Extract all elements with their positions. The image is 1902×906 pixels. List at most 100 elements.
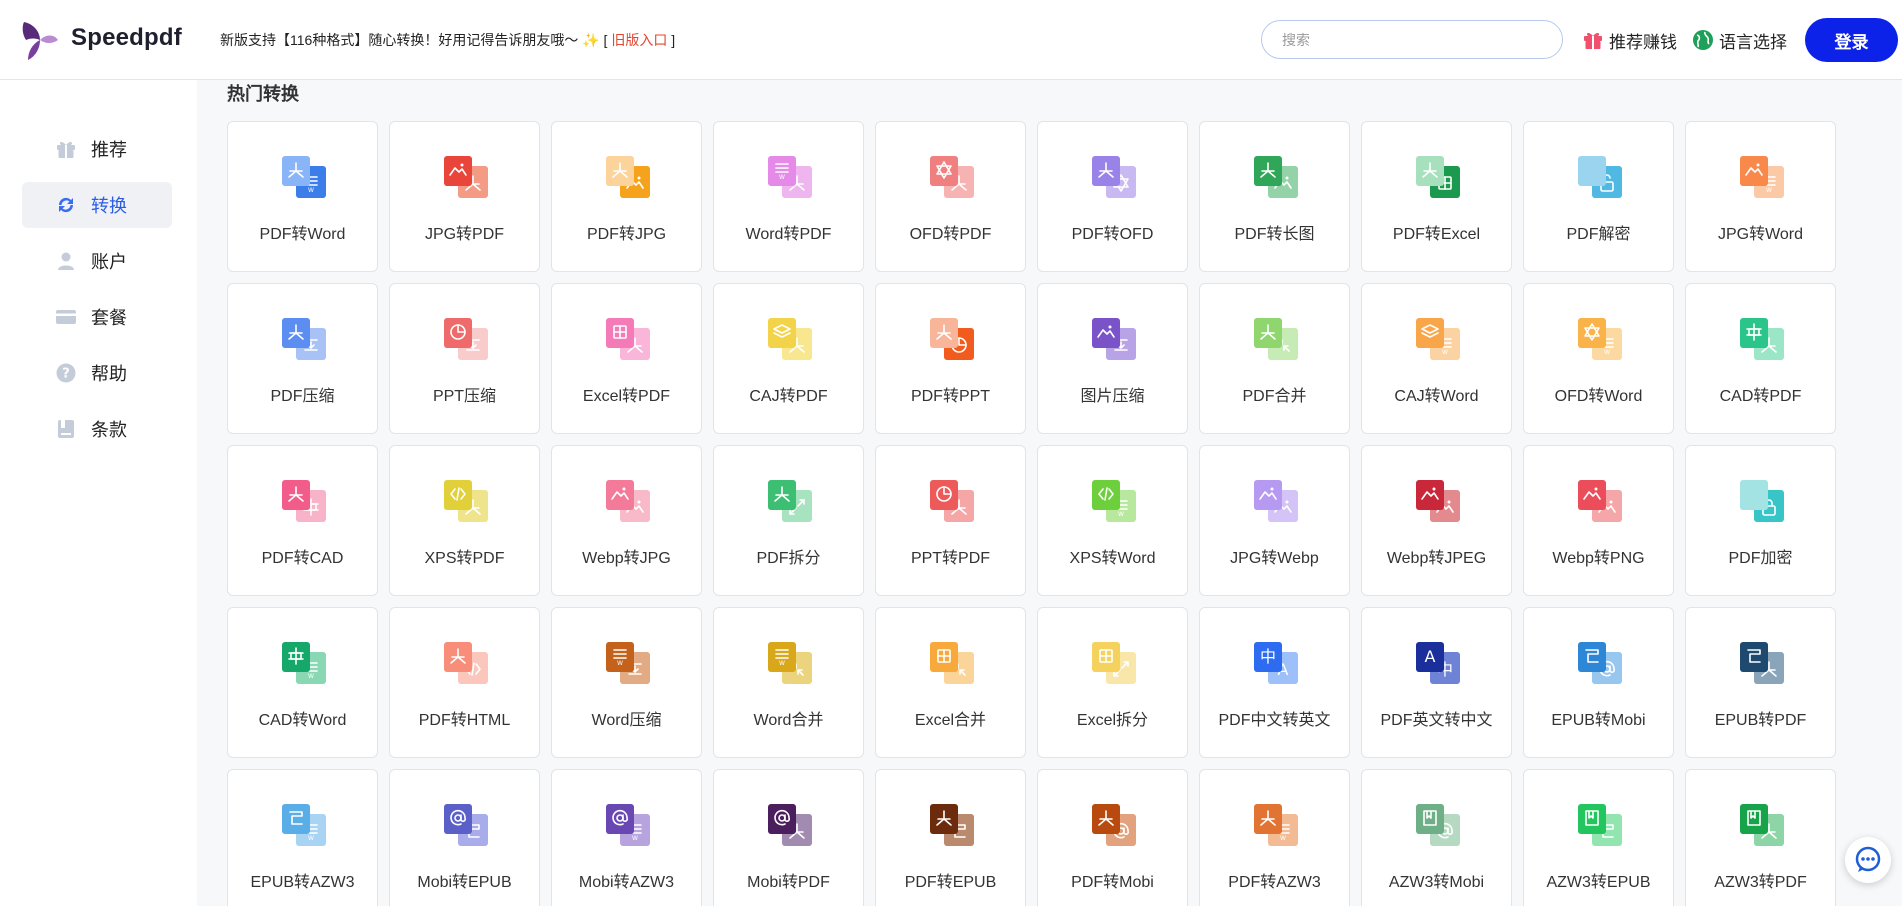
sidebar-item-plans[interactable]: 套餐 [22, 294, 172, 340]
tool-label: AZW3转EPUB [1546, 874, 1651, 891]
tool-card[interactable]: EPUB转Mobi [1523, 607, 1674, 758]
tool-card[interactable]: A 中 PDF中文转英文 [1199, 607, 1350, 758]
sidebar-item-label: 条款 [91, 420, 127, 440]
ofd-to-pdf-icon [930, 156, 974, 198]
tool-label: 图片压缩 [1080, 388, 1145, 405]
tool-card[interactable]: W CAD转Word [227, 607, 378, 758]
old-version-link[interactable]: 旧版入口 [611, 32, 667, 48]
tool-label: PPT转PDF [910, 550, 991, 567]
sidebar-item-help[interactable]: ? 帮助 [22, 350, 172, 396]
top-header: Speedpdf 新版支持【116种格式】随心转换！好用记得告诉朋友哦～ ✨ [… [0, 0, 1902, 80]
tool-card[interactable]: JPG转Webp [1199, 445, 1350, 596]
tool-card[interactable]: W PDF转AZW3 [1199, 769, 1350, 906]
tool-label: Word转PDF [745, 226, 832, 243]
tool-card[interactable]: PDF转EPUB [875, 769, 1026, 906]
sidebar-item-label: 转换 [91, 196, 127, 216]
tool-card[interactable]: PDF转长图 [1199, 121, 1350, 272]
tool-card[interactable]: PDF转JPG [551, 121, 702, 272]
tool-card[interactable]: PDF拆分 [713, 445, 864, 596]
tool-card[interactable]: PDF合并 [1199, 283, 1350, 434]
tool-card[interactable]: Webp转JPEG [1361, 445, 1512, 596]
tool-card[interactable]: JPG转PDF [389, 121, 540, 272]
tool-card[interactable]: W Word转PDF [713, 121, 864, 272]
referral-link[interactable]: 推荐赚钱 [1582, 28, 1677, 52]
butterfly-logo-icon[interactable] [16, 18, 60, 62]
tool-card[interactable]: Webp转PNG [1523, 445, 1674, 596]
tool-card[interactable]: Excel转PDF [551, 283, 702, 434]
svg-text:W: W [779, 660, 785, 667]
tool-card[interactable]: AZW3转EPUB [1523, 769, 1674, 906]
sidebar-item-convert[interactable]: 转换 [22, 182, 172, 228]
tool-card[interactable]: PDF转Excel [1361, 121, 1512, 272]
chat-support-button[interactable] [1845, 837, 1891, 883]
tool-card[interactable]: 图片压缩 [1037, 283, 1188, 434]
brand-name[interactable]: Speedpdf [71, 24, 182, 52]
svg-text:W: W [308, 187, 314, 194]
tool-card[interactable]: W Word合并 [713, 607, 864, 758]
pdf-split-icon [768, 480, 812, 522]
tool-card[interactable]: CAD转PDF [1685, 283, 1836, 434]
login-button[interactable]: 登录 [1805, 18, 1898, 62]
azw3-to-mobi-icon [1416, 804, 1460, 846]
tool-card[interactable]: PDF转PPT [875, 283, 1026, 434]
azw3-to-epub-icon [1578, 804, 1622, 846]
tool-card[interactable]: PDF转OFD [1037, 121, 1188, 272]
tool-card[interactable]: AZW3转Mobi [1361, 769, 1512, 906]
document-icon [58, 420, 74, 438]
sidebar-item-recommend[interactable]: 推荐 [22, 126, 172, 172]
tool-card[interactable]: PDF转CAD [227, 445, 378, 596]
tool-card[interactable]: OFD转PDF [875, 121, 1026, 272]
epub-to-mobi-icon [1578, 642, 1622, 684]
tool-card[interactable]: PDF转Mobi [1037, 769, 1188, 906]
tool-card[interactable]: PDF转HTML [389, 607, 540, 758]
tool-card[interactable]: PDF压缩 [227, 283, 378, 434]
bracket-open: [ [603, 32, 608, 48]
svg-text:W: W [779, 174, 785, 181]
tool-label: PDF合并 [1242, 388, 1307, 405]
referral-label: 推荐赚钱 [1609, 32, 1677, 52]
tool-card[interactable]: XPS转PDF [389, 445, 540, 596]
gift-icon [1584, 32, 1602, 49]
tool-card[interactable]: W JPG转Word [1685, 121, 1836, 272]
svg-text:A: A [1425, 647, 1436, 666]
tool-card[interactable]: W OFD转Word [1523, 283, 1674, 434]
sync-icon [58, 197, 74, 213]
tool-card[interactable]: AZW3转PDF [1685, 769, 1836, 906]
tool-card[interactable]: Excel合并 [875, 607, 1026, 758]
sidebar-item-account[interactable]: 账户 [22, 238, 172, 284]
tool-label: AZW3转Mobi [1388, 874, 1485, 891]
tool-label: CAD转Word [258, 712, 347, 729]
tool-label: XPS转PDF [424, 550, 505, 567]
tool-card[interactable]: W PDF转Word [227, 121, 378, 272]
tool-card[interactable]: EPUB转PDF [1685, 607, 1836, 758]
mobi-to-pdf-icon [768, 804, 812, 846]
tool-card[interactable]: PDF加密 [1685, 445, 1836, 596]
tool-card[interactable]: Excel拆分 [1037, 607, 1188, 758]
tool-card[interactable]: PPT压缩 [389, 283, 540, 434]
tool-card[interactable]: W Word压缩 [551, 607, 702, 758]
search-input[interactable] [1261, 20, 1563, 59]
tool-grid: W PDF转Word JPG转PDF PDF转JPG W Word转PDF OF… [227, 121, 1836, 906]
tool-label: PDF转Word [259, 226, 346, 243]
user-icon [58, 252, 74, 270]
tool-card[interactable]: W CAJ转Word [1361, 283, 1512, 434]
sidebar-item-terms[interactable]: 条款 [22, 406, 172, 452]
tool-label: Word合并 [753, 712, 824, 729]
help-icon: ? [56, 363, 76, 383]
tool-card[interactable]: CAJ转PDF [713, 283, 864, 434]
language-selector[interactable]: 语言选择 [1692, 28, 1787, 52]
svg-text:W: W [1604, 349, 1610, 356]
tool-label: CAJ转PDF [749, 388, 828, 405]
word-to-pdf-icon: W [768, 156, 812, 198]
tool-card[interactable]: 中 A PDF英文转中文 [1361, 607, 1512, 758]
tool-card[interactable]: PDF解密 [1523, 121, 1674, 272]
tool-card[interactable]: W Mobi转AZW3 [551, 769, 702, 906]
tool-card[interactable]: W XPS转Word [1037, 445, 1188, 596]
tool-card[interactable]: Webp转JPG [551, 445, 702, 596]
tool-card[interactable]: Mobi转EPUB [389, 769, 540, 906]
tool-label: PDF转Mobi [1071, 874, 1154, 891]
tool-card[interactable]: PPT转PDF [875, 445, 1026, 596]
svg-text:W: W [1442, 349, 1448, 356]
tool-card[interactable]: Mobi转PDF [713, 769, 864, 906]
tool-card[interactable]: W EPUB转AZW3 [227, 769, 378, 906]
